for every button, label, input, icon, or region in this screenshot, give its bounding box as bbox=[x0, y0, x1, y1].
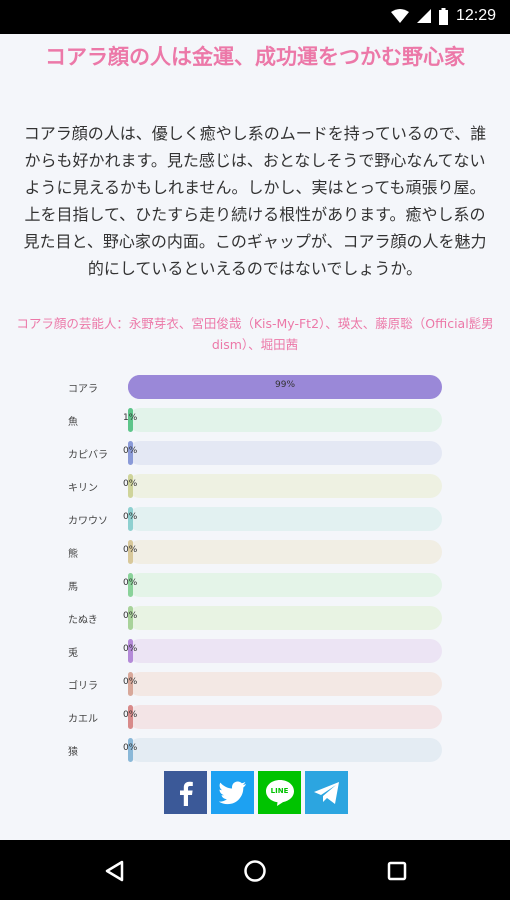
bar-track bbox=[128, 507, 442, 531]
bar-track bbox=[128, 408, 442, 432]
value-label: 0% bbox=[123, 743, 138, 753]
chart-row: カワウソ 0% bbox=[60, 504, 450, 537]
wifi-icon bbox=[390, 9, 409, 23]
value-label: 0% bbox=[123, 611, 138, 621]
category-label: カエル bbox=[68, 714, 98, 725]
recent-apps-icon bbox=[387, 861, 407, 881]
back-icon bbox=[105, 860, 124, 882]
chart-row: 魚 1% bbox=[60, 405, 450, 438]
value-label: 0% bbox=[123, 578, 138, 588]
category-label: 兎 bbox=[68, 648, 78, 659]
line-share-button[interactable]: LINE bbox=[258, 771, 301, 814]
bar-track bbox=[128, 441, 442, 465]
category-label: キリン bbox=[68, 483, 98, 494]
back-button[interactable] bbox=[97, 854, 131, 888]
chart-row: ゴリラ 0% bbox=[60, 669, 450, 702]
battery-icon bbox=[438, 7, 448, 25]
bar-track bbox=[128, 738, 442, 762]
article-description: コアラ顔の人は、優しく癒やし系のムードを持っているので、誰からも好かれます。見た… bbox=[23, 124, 487, 278]
bar-track bbox=[128, 672, 442, 696]
value-label: 0% bbox=[123, 710, 138, 720]
signal-icon bbox=[416, 9, 431, 23]
twitter-icon bbox=[218, 781, 247, 805]
status-time: 12:29 bbox=[455, 7, 496, 24]
share-buttons: LINE bbox=[164, 771, 348, 814]
category-label: 魚 bbox=[68, 417, 78, 428]
bar-track bbox=[128, 573, 442, 597]
result-bar-chart: コアラ 99% 魚 1% カピバラ 0% キリン 0% カワウソ 0% 熊 0% 馬 0% たぬき 0% 兎 0%… bbox=[60, 372, 450, 768]
value-label: 0% bbox=[123, 479, 138, 489]
chart-row: カエル 0% bbox=[60, 702, 450, 735]
category-label: 馬 bbox=[68, 582, 78, 593]
bar-track bbox=[128, 474, 442, 498]
value-label: 0% bbox=[123, 545, 138, 555]
value-label: 0% bbox=[123, 644, 138, 654]
article-title: コアラ顔の人は金運、成功運をつかむ野心家 bbox=[45, 45, 465, 69]
telegram-icon bbox=[313, 781, 341, 805]
facebook-icon bbox=[175, 780, 197, 806]
article-content: コアラ顔の人は金運、成功運をつかむ野心家 コアラ顔の人は、優しく癒やし系のムード… bbox=[0, 34, 510, 840]
chart-row: たぬき 0% bbox=[60, 603, 450, 636]
status-icons: 12:29 bbox=[390, 7, 496, 25]
category-label: コアラ bbox=[68, 384, 98, 395]
bar-track bbox=[128, 540, 442, 564]
line-logo-text: LINE bbox=[270, 787, 289, 795]
chart-row: 猿 0% bbox=[60, 735, 450, 768]
category-label: カワウソ bbox=[68, 516, 108, 527]
value-label: 1% bbox=[123, 413, 138, 423]
value-label: 99% bbox=[275, 380, 296, 390]
category-label: 猿 bbox=[68, 747, 78, 758]
bar-track bbox=[128, 639, 442, 663]
status-bar: 12:29 bbox=[0, 0, 510, 34]
chart-row: 兎 0% bbox=[60, 636, 450, 669]
android-nav-bar bbox=[0, 840, 510, 900]
twitter-share-button[interactable] bbox=[211, 771, 254, 814]
category-label: たぬき bbox=[68, 615, 98, 626]
celebrity-list: コアラ顔の芸能人：永野芽衣、宮田俊哉（Kis-My-Ft2）、瑛太、藤原聡（Of… bbox=[16, 316, 494, 352]
value-label: 0% bbox=[123, 512, 138, 522]
facebook-share-button[interactable] bbox=[164, 771, 207, 814]
value-label: 0% bbox=[123, 446, 138, 456]
category-label: 熊 bbox=[68, 549, 78, 560]
home-button[interactable] bbox=[238, 854, 272, 888]
chart-row: 馬 0% bbox=[60, 570, 450, 603]
category-label: カピバラ bbox=[68, 450, 108, 461]
chart-row: 熊 0% bbox=[60, 537, 450, 570]
home-icon bbox=[244, 860, 266, 882]
recent-apps-button[interactable] bbox=[380, 854, 414, 888]
chart-row: カピバラ 0% bbox=[60, 438, 450, 471]
bar-track bbox=[128, 705, 442, 729]
chart-row: キリン 0% bbox=[60, 471, 450, 504]
category-label: ゴリラ bbox=[68, 681, 98, 692]
chart-row: コアラ 99% bbox=[60, 372, 450, 405]
bar-track bbox=[128, 606, 442, 630]
telegram-share-button[interactable] bbox=[305, 771, 348, 814]
value-label: 0% bbox=[123, 677, 138, 687]
